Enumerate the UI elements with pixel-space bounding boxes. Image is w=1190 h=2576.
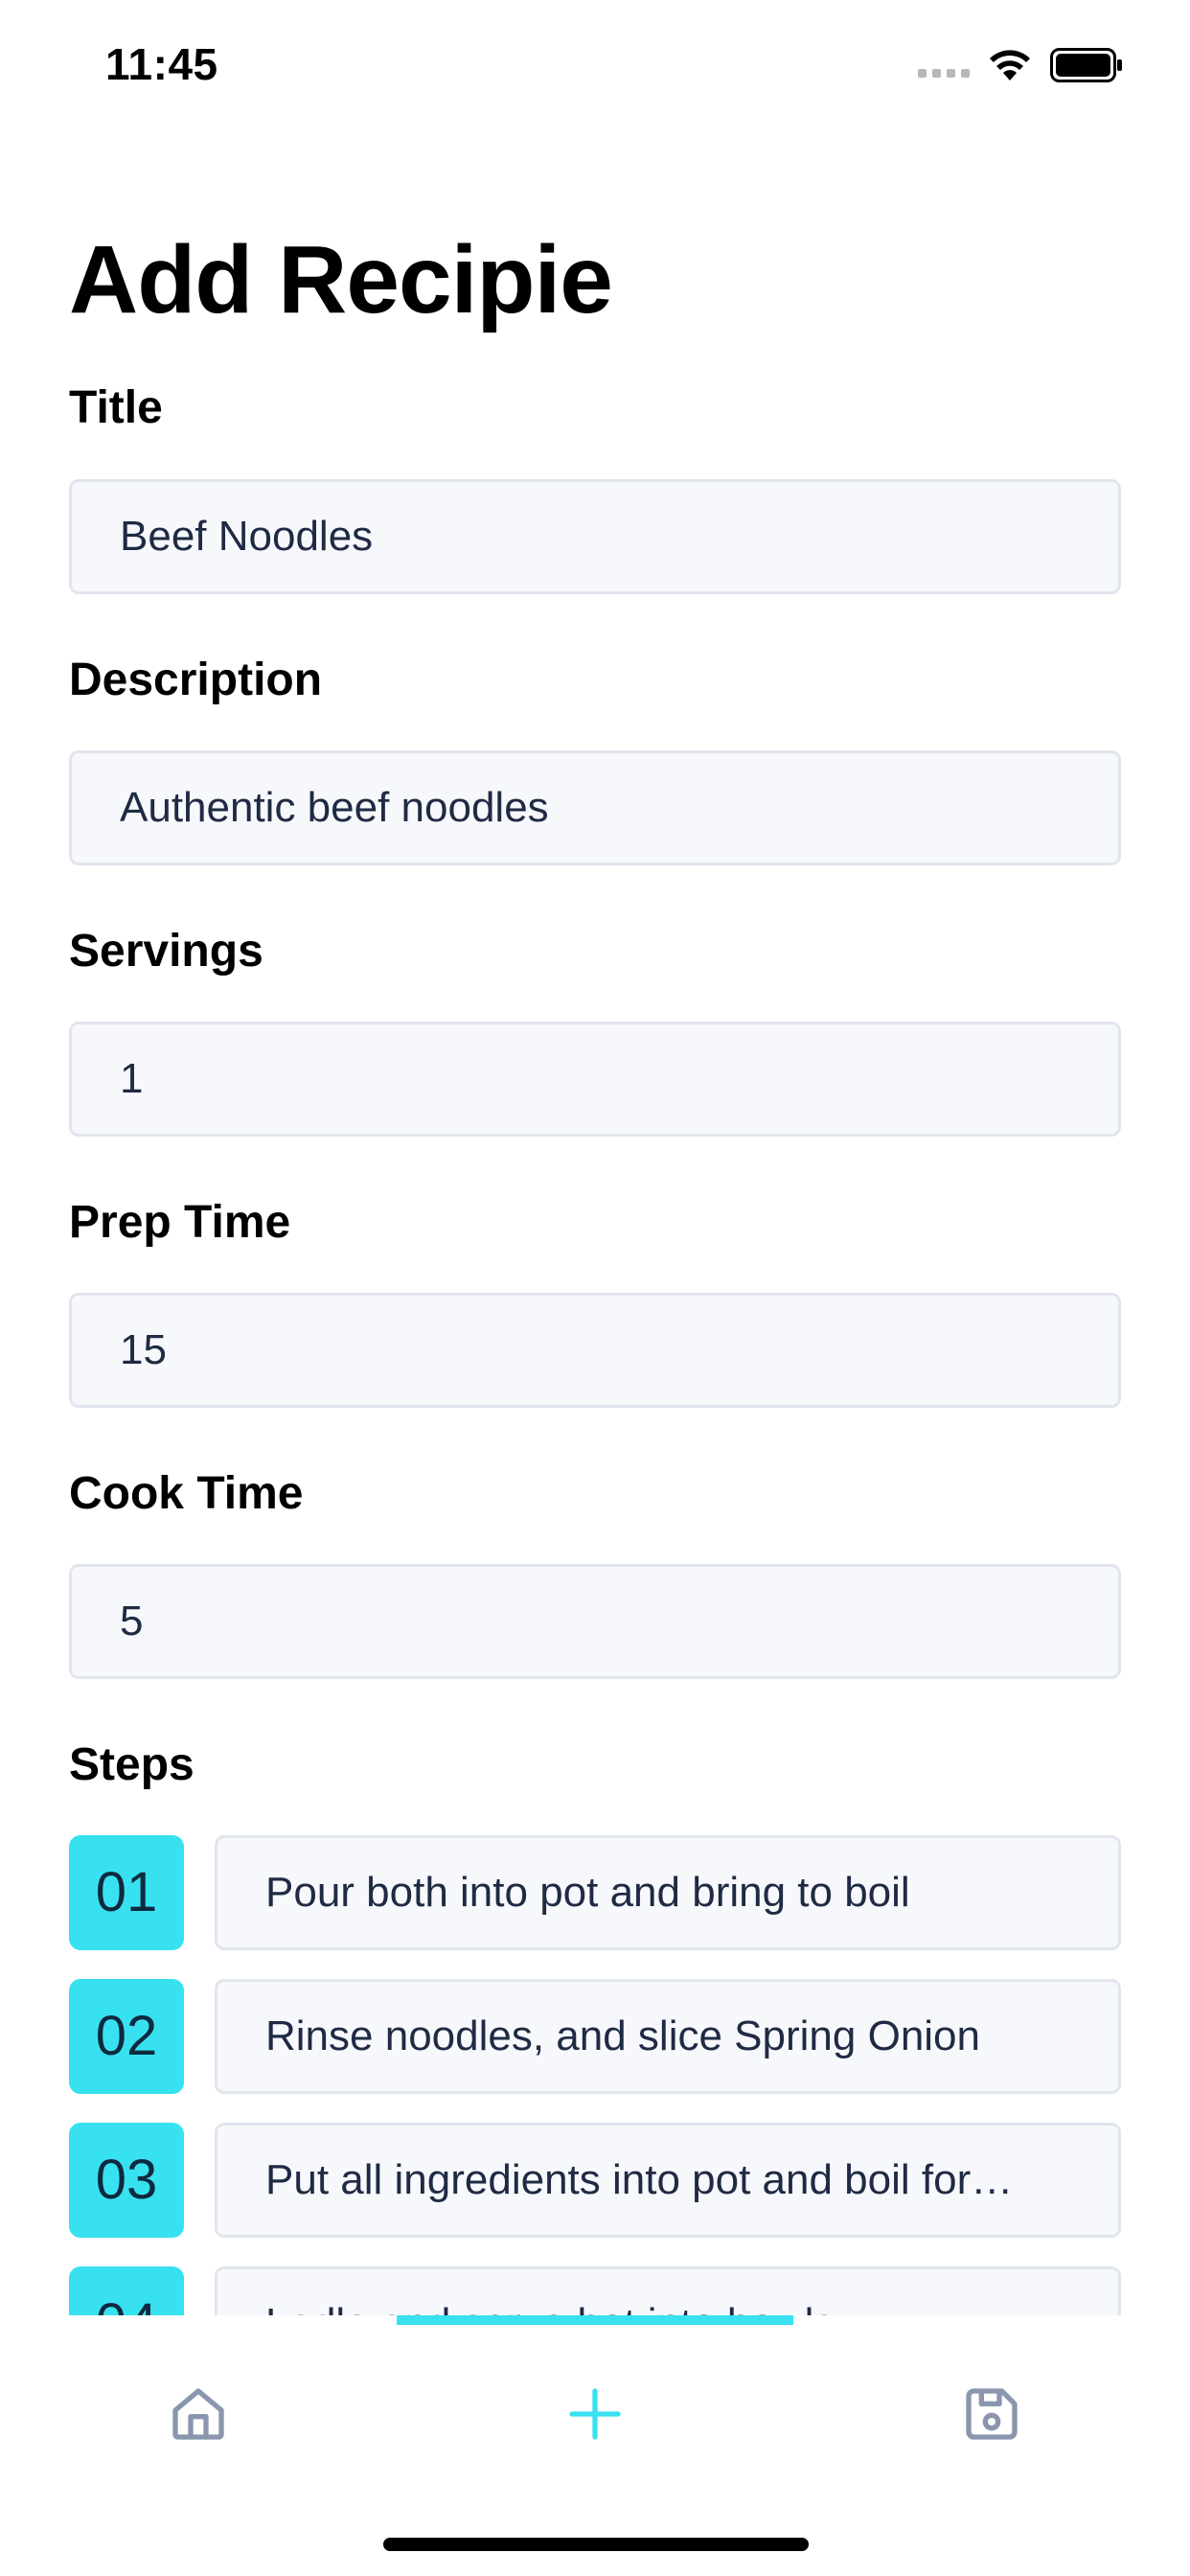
prep-time-input[interactable]: 15 xyxy=(69,1293,1121,1408)
step-input[interactable]: Rinse noodles, and slice Spring Onion xyxy=(215,1979,1121,2094)
tab-home[interactable] xyxy=(155,2371,241,2457)
page-title: Add Recipie xyxy=(69,226,613,334)
step-number: 03 xyxy=(69,2123,184,2238)
plus-icon xyxy=(569,2388,621,2440)
step-input[interactable]: Pour both into pot and bring to boil xyxy=(215,1835,1121,1950)
step-number: 02 xyxy=(69,1979,184,2094)
status-bar: 11:45 xyxy=(0,0,1190,126)
tab-add[interactable] xyxy=(552,2371,638,2457)
cook-time-input[interactable]: 5 xyxy=(69,1564,1121,1679)
home-icon xyxy=(172,2388,224,2440)
title-input[interactable]: Beef Noodles xyxy=(69,479,1121,594)
wifi-icon xyxy=(990,50,1030,80)
battery-icon xyxy=(1050,48,1122,82)
step-text: Rinse noodles, and slice Spring Onion xyxy=(265,2012,981,2059)
cellular-signal-icon xyxy=(918,69,970,78)
step-row: 03 Put all ingredients into pot and boil… xyxy=(69,2123,1121,2238)
servings-label: Servings xyxy=(69,926,263,977)
cook-time-input-value: 5 xyxy=(120,1598,144,1644)
step-number: 04 xyxy=(69,2266,184,2315)
active-tab-indicator xyxy=(397,2315,793,2325)
description-label: Description xyxy=(69,655,323,705)
home-indicator[interactable] xyxy=(383,2538,809,2551)
title-label: Title xyxy=(69,382,163,433)
steps-label: Steps xyxy=(69,1739,195,1790)
tab-saved[interactable] xyxy=(949,2371,1035,2457)
servings-input-value: 1 xyxy=(120,1055,144,1102)
step-text: Put all ingredients into pot and boil fo… xyxy=(265,2156,1014,2203)
step-number: 01 xyxy=(69,1835,184,1950)
step-input[interactable]: Ladle and serve hot into bowls xyxy=(215,2266,1121,2315)
step-row: 04 Ladle and serve hot into bowls xyxy=(69,2266,1121,2315)
cook-time-label: Cook Time xyxy=(69,1468,304,1519)
save-icon xyxy=(966,2388,1018,2440)
step-input[interactable]: Put all ingredients into pot and boil fo… xyxy=(215,2123,1121,2238)
description-input[interactable]: Authentic beef noodles xyxy=(69,750,1121,865)
description-input-value: Authentic beef noodles xyxy=(120,784,549,831)
step-row: 01 Pour both into pot and bring to boil xyxy=(69,1835,1121,1950)
prep-time-input-value: 15 xyxy=(120,1326,167,1373)
step-text: Ladle and serve hot into bowls xyxy=(265,2269,1080,2315)
title-input-value: Beef Noodles xyxy=(120,513,374,560)
steps-list[interactable]: 01 Pour both into pot and bring to boil … xyxy=(0,1830,1190,2315)
step-row: 02 Rinse noodles, and slice Spring Onion xyxy=(69,1979,1121,2094)
status-time: 11:45 xyxy=(105,39,218,89)
prep-time-label: Prep Time xyxy=(69,1197,291,1248)
servings-input[interactable]: 1 xyxy=(69,1022,1121,1137)
step-text: Pour both into pot and bring to boil xyxy=(265,1869,910,1916)
